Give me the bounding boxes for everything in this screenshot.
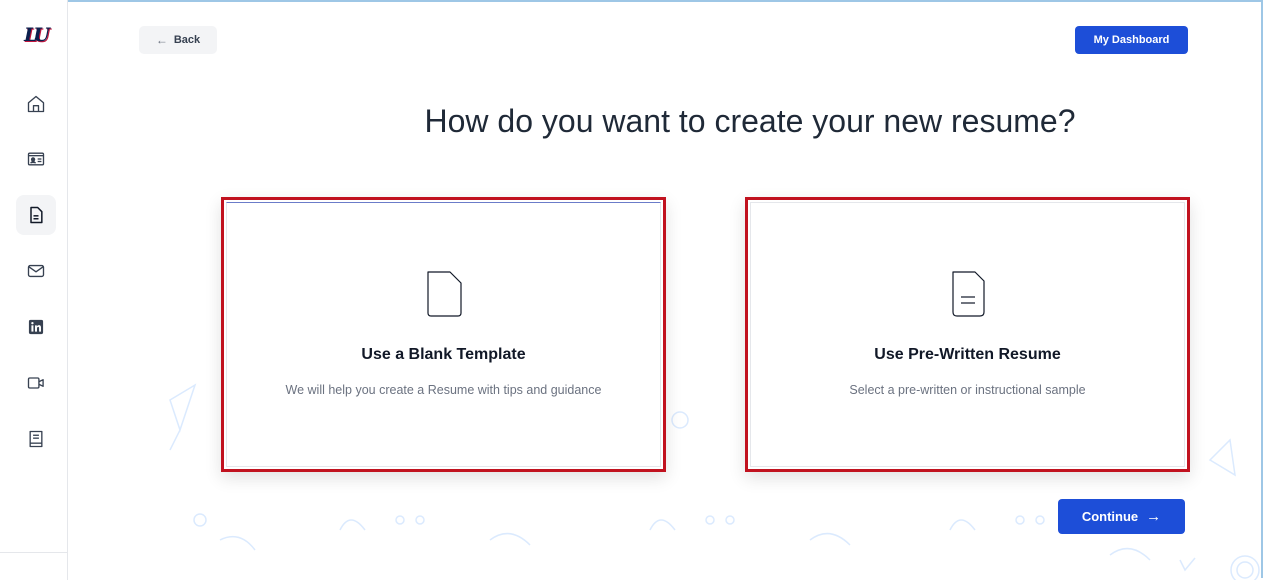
lu-logo[interactable]: LU <box>24 24 50 46</box>
video-icon <box>27 377 44 389</box>
sidebar-item-linkedin[interactable] <box>16 307 56 347</box>
page-title: How do you want to create your new resum… <box>424 103 1076 140</box>
linkedin-icon <box>28 319 44 335</box>
card-inner <box>750 202 1185 467</box>
sidebar-item-video[interactable] <box>16 363 56 403</box>
blank-file-icon <box>426 271 462 317</box>
card-title: Use a Blank Template <box>361 346 526 363</box>
card-description: Select a pre-written or instructional sa… <box>849 383 1086 397</box>
id-card-icon <box>27 152 45 166</box>
book-icon <box>29 430 43 448</box>
card-title: Use Pre-Written Resume <box>874 346 1061 363</box>
home-icon <box>27 95 45 113</box>
blank-template-option[interactable]: Use a Blank Template We will help you cr… <box>221 197 666 472</box>
back-button-label: Back <box>173 34 201 46</box>
sidebar-item-profile-card[interactable] <box>16 139 56 179</box>
arrow-right-icon: → <box>1146 508 1162 525</box>
prewritten-resume-option[interactable]: Use Pre-Written Resume Select a pre-writ… <box>745 197 1190 472</box>
document-icon <box>30 206 43 224</box>
mail-icon <box>27 264 45 278</box>
sidebar-item-resume[interactable] <box>16 195 56 235</box>
continue-button-label: Continue <box>1081 509 1139 524</box>
prewritten-file-icon <box>951 271 985 317</box>
back-button[interactable]: ← Back <box>139 26 217 54</box>
sidebar-item-home[interactable] <box>16 84 56 124</box>
continue-button[interactable]: Continue → <box>1058 499 1185 534</box>
sidebar: LU <box>0 0 68 580</box>
arrow-left-icon: ← <box>155 33 168 47</box>
sidebar-item-guide[interactable] <box>16 419 56 459</box>
card-inner <box>226 202 661 467</box>
sidebar-divider <box>0 552 68 553</box>
sidebar-item-mail[interactable] <box>16 251 56 291</box>
my-dashboard-button[interactable]: My Dashboard <box>1075 26 1188 54</box>
card-description: We will help you create a Resume with ti… <box>285 383 602 397</box>
